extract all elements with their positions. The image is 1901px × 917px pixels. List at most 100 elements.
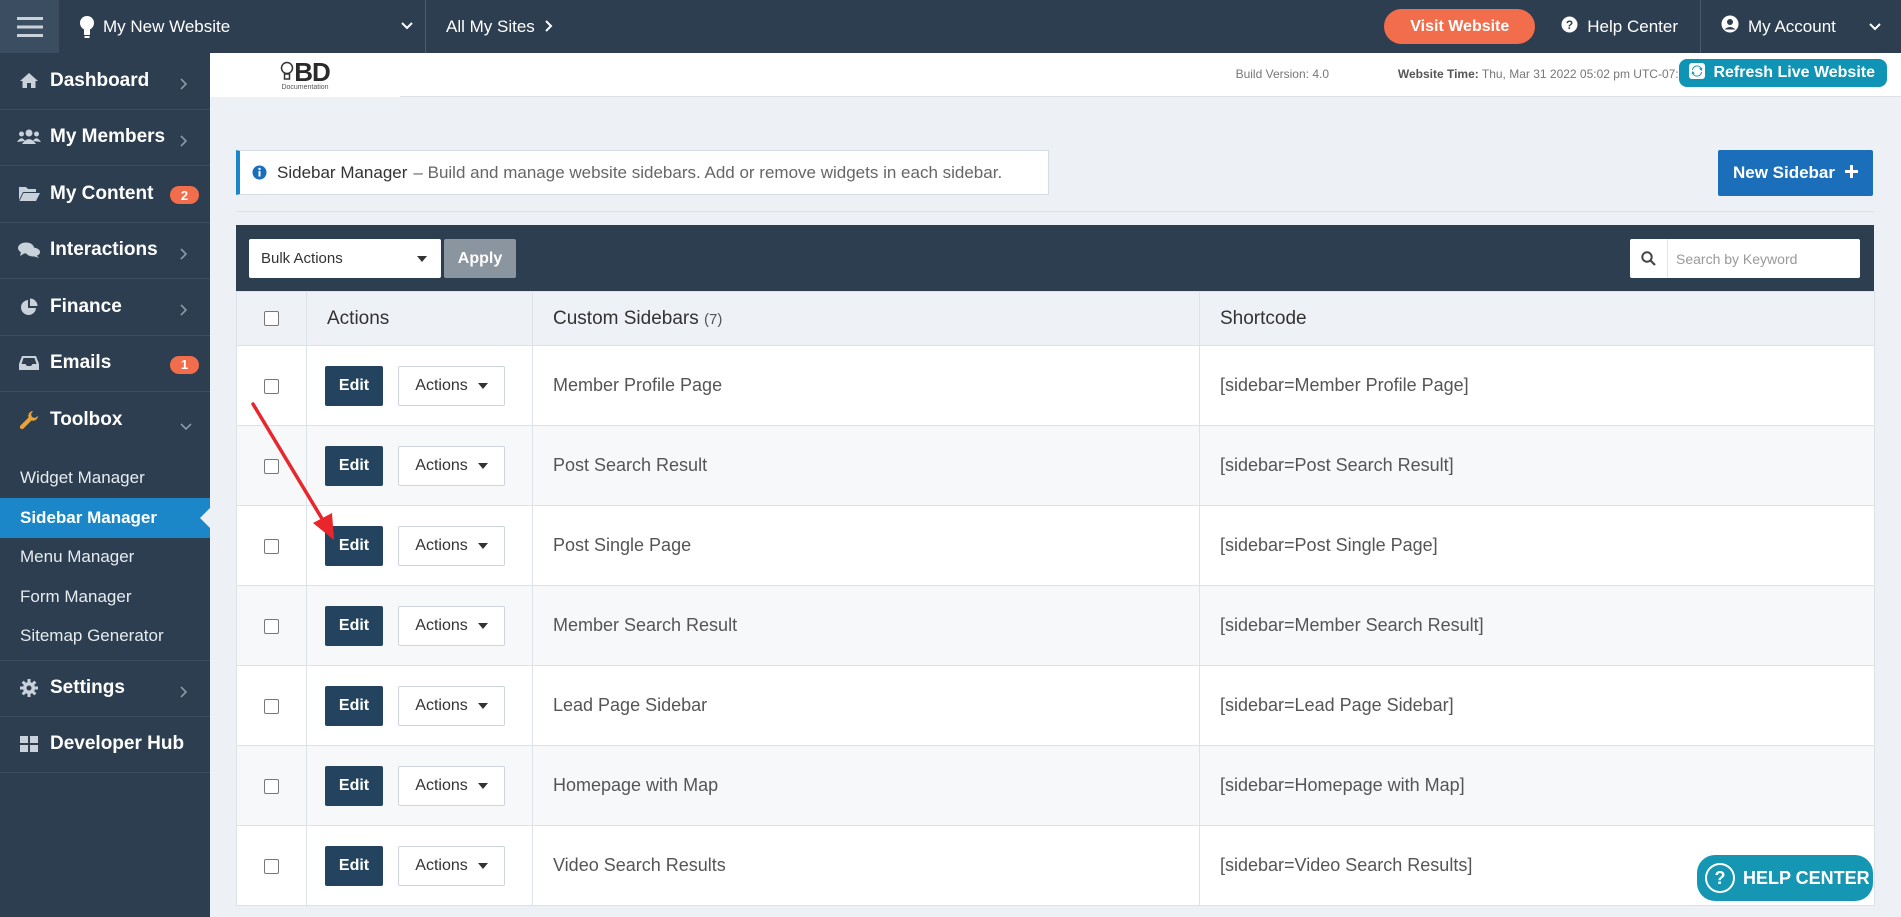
actions-dropdown-button[interactable]: Actions: [398, 445, 505, 486]
chevron-down-icon: [1869, 18, 1881, 39]
submenu-widget-manager[interactable]: Widget Manager: [0, 459, 210, 499]
submenu-menu-manager[interactable]: Menu Manager: [0, 538, 210, 578]
chevron-right-icon: [180, 682, 188, 704]
refresh-label: Refresh Live Website: [1713, 64, 1875, 81]
nav-finance-label: Finance: [50, 295, 122, 317]
lightbulb-icon: [79, 15, 95, 39]
edit-button[interactable]: Edit: [325, 605, 383, 646]
question-icon: ?: [1705, 863, 1735, 893]
actions-label: Actions: [415, 536, 468, 554]
content-count-badge: 2: [170, 186, 199, 204]
search-input[interactable]: [1668, 250, 1848, 267]
select-all-checkbox[interactable]: [264, 310, 279, 326]
hamburger-menu-button[interactable]: [0, 0, 59, 53]
actions-dropdown-button[interactable]: Actions: [398, 365, 505, 406]
nav-emails[interactable]: Emails 1: [0, 336, 210, 392]
sidebar-name: Homepage with Map: [532, 745, 1200, 826]
row-checkbox[interactable]: [264, 378, 279, 394]
actions-dropdown-button[interactable]: Actions: [398, 685, 505, 726]
nav-my-content-label: My Content: [50, 182, 154, 204]
row-checkbox[interactable]: [264, 458, 279, 474]
row-checkbox[interactable]: [264, 858, 279, 874]
nav-settings[interactable]: Settings: [0, 660, 210, 717]
chevron-right-icon: [180, 300, 188, 322]
table-row: Edit Actions Post Single Page [sidebar=Po…: [236, 505, 1875, 586]
my-account-menu[interactable]: My Account: [1701, 0, 1901, 53]
actions-dropdown-button[interactable]: Actions: [398, 845, 505, 886]
row-checkbox[interactable]: [264, 538, 279, 554]
bulk-actions-select[interactable]: Bulk Actions: [249, 239, 441, 278]
visit-website-button[interactable]: Visit Website: [1384, 9, 1536, 44]
sidebar-name: Post Single Page: [532, 505, 1200, 586]
col-sidebars-header[interactable]: Custom Sidebars (7): [532, 291, 1200, 346]
all-sites-label: All My Sites: [446, 16, 535, 36]
row-checkbox[interactable]: [264, 698, 279, 714]
refresh-live-website-button[interactable]: Refresh Live Website: [1679, 59, 1887, 87]
site-name: My New Website: [103, 16, 231, 36]
edit-button[interactable]: Edit: [325, 445, 383, 486]
new-sidebar-button[interactable]: New Sidebar: [1718, 150, 1873, 196]
sidebar-name: Member Search Result: [532, 585, 1200, 666]
select-all-cell: [236, 291, 307, 346]
nav-my-members-label: My Members: [50, 126, 166, 148]
actions-dropdown-button[interactable]: Actions: [398, 765, 505, 806]
nav-toolbox[interactable]: Toolbox: [0, 392, 210, 449]
actions-dropdown-button[interactable]: Actions: [398, 525, 505, 566]
nav-dashboard[interactable]: Dashboard: [0, 53, 210, 110]
apply-button[interactable]: Apply: [444, 239, 516, 278]
home-icon: [16, 72, 42, 89]
submenu-sidebar-manager[interactable]: Sidebar Manager: [0, 498, 210, 538]
actions-label: Actions: [415, 616, 468, 634]
brand-logo[interactable]: BD Documentation: [210, 53, 400, 97]
row-checkbox-cell: [236, 745, 307, 826]
row-checkbox[interactable]: [264, 778, 279, 794]
edit-button[interactable]: Edit: [325, 765, 383, 806]
help-center-float-label: HELP CENTER: [1743, 867, 1870, 888]
all-sites-link[interactable]: All My Sites: [426, 17, 553, 37]
user-circle-icon: [1721, 15, 1739, 38]
gear-icon: [16, 679, 42, 698]
edit-button[interactable]: Edit: [325, 685, 383, 726]
site-selector[interactable]: My New Website: [59, 0, 426, 53]
table-header-row: Actions Custom Sidebars (7) Shortcode: [236, 291, 1875, 346]
edit-button[interactable]: Edit: [325, 845, 383, 886]
row-actions-cell: Edit Actions: [306, 825, 533, 906]
nav-my-members[interactable]: My Members: [0, 110, 210, 166]
table-row: Edit Actions Lead Page Sidebar [sidebar=L…: [236, 665, 1875, 746]
website-time-label: Website Time:: [1397, 67, 1479, 81]
sidebars-count: (7): [704, 310, 723, 328]
svg-text:?: ?: [1566, 18, 1573, 32]
col-sidebars-label: Custom Sidebars: [553, 307, 699, 329]
info-circle-icon: [252, 165, 267, 180]
content-header: BD Documentation Build Version: 4.0 Webs…: [210, 53, 1901, 97]
caret-down-icon: [477, 782, 488, 789]
help-center-link[interactable]: ? Help Center: [1561, 0, 1701, 53]
submenu-sitemap-generator[interactable]: Sitemap Generator: [0, 617, 210, 657]
sidebar-name: Post Search Result: [532, 425, 1200, 506]
comments-icon: [16, 242, 42, 259]
col-actions-header: Actions: [306, 291, 533, 346]
sidebars-panel: Bulk Actions Apply Actions Custom Sideba…: [236, 225, 1875, 917]
edit-button[interactable]: Edit: [325, 365, 383, 406]
nav-finance[interactable]: Finance: [0, 279, 210, 336]
sidebar-shortcode: [sidebar=Homepage with Map]: [1199, 745, 1875, 826]
sidebar-shortcode: [sidebar=Member Search Result]: [1199, 585, 1875, 666]
edit-button[interactable]: Edit: [325, 525, 383, 566]
search-icon: [1630, 239, 1668, 278]
row-checkbox[interactable]: [264, 618, 279, 634]
chevron-right-icon: [545, 17, 553, 37]
nav-my-content[interactable]: My Content 2: [0, 166, 210, 223]
toolbox-submenu: Widget Manager Sidebar Manager Menu Mana…: [0, 448, 210, 660]
actions-dropdown-button[interactable]: Actions: [398, 605, 505, 646]
table-row: Edit Actions Member Profile Page [sidebar…: [236, 345, 1875, 426]
sidebar-shortcode: [sidebar=Post Search Result]: [1199, 425, 1875, 506]
nav-developer-hub[interactable]: Developer Hub: [0, 717, 210, 773]
top-bar: My New Website All My Sites Visit Websit…: [0, 0, 1901, 53]
new-sidebar-label: New Sidebar: [1732, 163, 1836, 182]
help-center-floating-button[interactable]: ? HELP CENTER: [1697, 855, 1873, 901]
submenu-form-manager[interactable]: Form Manager: [0, 577, 210, 617]
caret-down-icon: [477, 702, 488, 709]
nav-interactions[interactable]: Interactions: [0, 223, 210, 279]
table-row: Edit Actions Member Search Result [sideba…: [236, 585, 1875, 666]
sidebar-name: Member Profile Page: [532, 345, 1200, 426]
